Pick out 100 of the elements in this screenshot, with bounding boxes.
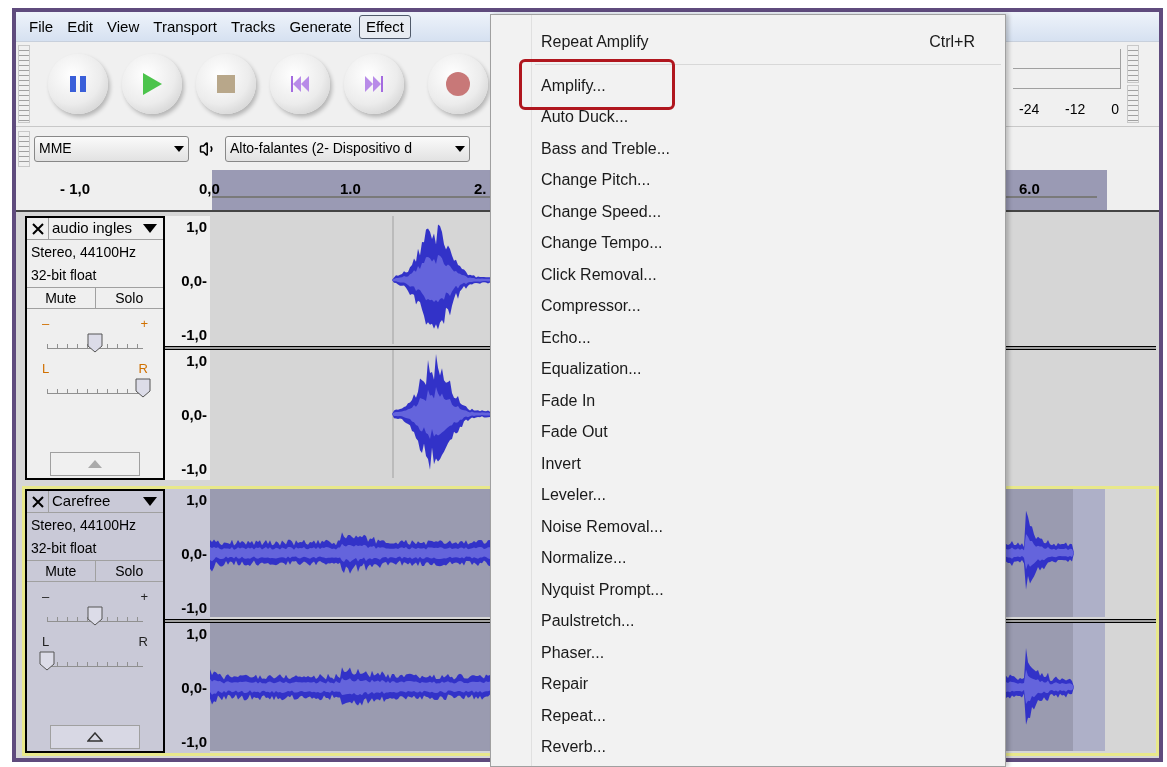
menu-item[interactable]: Normalize... [491, 542, 1005, 574]
toolbar-grip[interactable] [1127, 45, 1139, 83]
menu-item[interactable]: Paulstretch... [491, 605, 1005, 637]
track-name-dropdown[interactable]: audio ingles [49, 218, 163, 239]
ruler-label: 0,0 [199, 179, 220, 199]
collapse-button[interactable] [50, 725, 140, 749]
caret-icon [455, 145, 465, 152]
scale-label: 1,0 [186, 351, 207, 371]
menu-item[interactable]: Repair [491, 668, 1005, 700]
scale-label: 0,0- [181, 404, 207, 425]
track-info: 32-bit float [31, 266, 98, 285]
track-info: 32-bit float [31, 539, 98, 558]
slider-max-label: R [138, 362, 148, 375]
menu-item[interactable]: File [22, 14, 61, 39]
pause-icon [68, 74, 88, 94]
host-dropdown[interactable]: MME [34, 135, 189, 162]
solo-button[interactable]: Solo [95, 288, 163, 308]
slider-min-label: L [42, 362, 50, 375]
menu-item[interactable]: Edit [60, 14, 101, 39]
menu-item[interactable]: Repeat... [491, 700, 1005, 732]
skip-start-button[interactable] [270, 54, 330, 114]
toolbar-grip[interactable] [18, 130, 30, 167]
menu-item[interactable]: Auto Duck... [491, 101, 1005, 133]
slider-thumb[interactable] [87, 606, 103, 626]
meter-label: -24 [1019, 99, 1040, 119]
pause-button[interactable] [48, 54, 108, 114]
play-button[interactable] [122, 54, 182, 114]
scale-label: -1,0 [181, 458, 207, 479]
slider-thumb[interactable] [39, 651, 55, 671]
collapse-button[interactable] [50, 452, 140, 476]
menu-item[interactable]: Compressor... [491, 290, 1005, 322]
scale-label: -1,0 [181, 731, 207, 752]
scale-label: 0,0- [181, 543, 207, 564]
menu-item[interactable]: Change Pitch... [491, 164, 1005, 196]
menu-item[interactable]: Nyquist Prompt... [491, 574, 1005, 606]
slider-min-label: – [42, 317, 50, 330]
menu-item[interactable]: Invert [491, 448, 1005, 480]
skip-end-icon [364, 75, 384, 93]
menu-item[interactable]: Generate [282, 14, 359, 39]
slider-thumb[interactable] [135, 378, 151, 398]
menu-item[interactable]: Bass and Treble... [491, 133, 1005, 165]
menu-item[interactable]: Phaser... [491, 637, 1005, 669]
track-info: Stereo, 44100Hz [31, 516, 138, 535]
triangle-up-icon [87, 732, 103, 742]
ruler-label: 6.0 [1019, 179, 1040, 199]
menu-item[interactable]: Fade In [491, 385, 1005, 417]
menu-item[interactable]: Fade Out [491, 416, 1005, 448]
output-device-dropdown[interactable]: Alto-falantes (2- Dispositivo d [225, 135, 470, 162]
stop-icon [216, 74, 236, 94]
solo-button[interactable]: Solo [95, 561, 163, 581]
menu-item[interactable]: Change Tempo... [491, 227, 1005, 259]
mute-button[interactable]: Mute [27, 288, 96, 308]
play-icon [141, 72, 163, 96]
menu-item[interactable]: Leveler... [491, 479, 1005, 511]
scale-label: -1,0 [181, 324, 207, 345]
menu-item[interactable]: Noise Removal... [491, 511, 1005, 543]
meter-label: -12 [1065, 99, 1086, 119]
menu-item[interactable]: Equalization... [491, 353, 1005, 385]
menu-item[interactable]: Tracks [223, 14, 283, 39]
slider-min-label: L [42, 635, 50, 648]
menu-item[interactable]: Effect [358, 14, 411, 39]
scale-label: -1,0 [181, 597, 207, 618]
menu-item[interactable]: Repeat Amplify Ctrl+R [491, 26, 1005, 58]
ruler-label: 2. [474, 179, 487, 199]
scale-label: 0,0- [181, 270, 207, 291]
menu-item[interactable]: Echo... [491, 322, 1005, 354]
menu-item[interactable]: Reverb... [491, 731, 1005, 763]
meter-label: 0 [1111, 99, 1119, 119]
toolbar-grip[interactable] [18, 45, 30, 123]
menu-item[interactable]: Amplify... [491, 70, 1005, 102]
slider-max-label: R [138, 635, 148, 648]
slider-max-label: + [140, 317, 148, 330]
slider-max-label: + [140, 590, 148, 603]
menu-item[interactable]: Change Speed... [491, 196, 1005, 228]
scale-label: 0,0- [181, 677, 207, 698]
triangle-up-icon [87, 459, 103, 469]
skip-start-icon [290, 75, 310, 93]
shortcut-label: Ctrl+R [929, 32, 975, 52]
ruler-label: - 1,0 [60, 179, 90, 199]
mute-button[interactable]: Mute [27, 561, 96, 581]
track-info: Stereo, 44100Hz [31, 243, 138, 262]
stop-button[interactable] [196, 54, 256, 114]
skip-end-button[interactable] [344, 54, 404, 114]
ruler-label: 1.0 [340, 179, 361, 199]
scale-label: 1,0 [186, 490, 207, 510]
toolbar-grip[interactable] [1127, 85, 1139, 123]
menu-item[interactable]: Click Removal... [491, 259, 1005, 291]
record-icon [445, 71, 471, 97]
scale-label: 1,0 [186, 624, 207, 644]
caret-icon [143, 224, 157, 233]
menu-item[interactable]: Transport [146, 14, 224, 39]
close-icon [31, 222, 44, 235]
scale-label: 1,0 [186, 217, 207, 237]
slider-thumb[interactable] [87, 333, 103, 353]
caret-icon [143, 497, 157, 506]
record-button[interactable] [428, 54, 488, 114]
close-icon [31, 495, 44, 508]
menu-item[interactable]: View [100, 14, 147, 39]
track-name-dropdown[interactable]: Carefree [49, 491, 163, 512]
slider-min-label: – [42, 590, 50, 603]
